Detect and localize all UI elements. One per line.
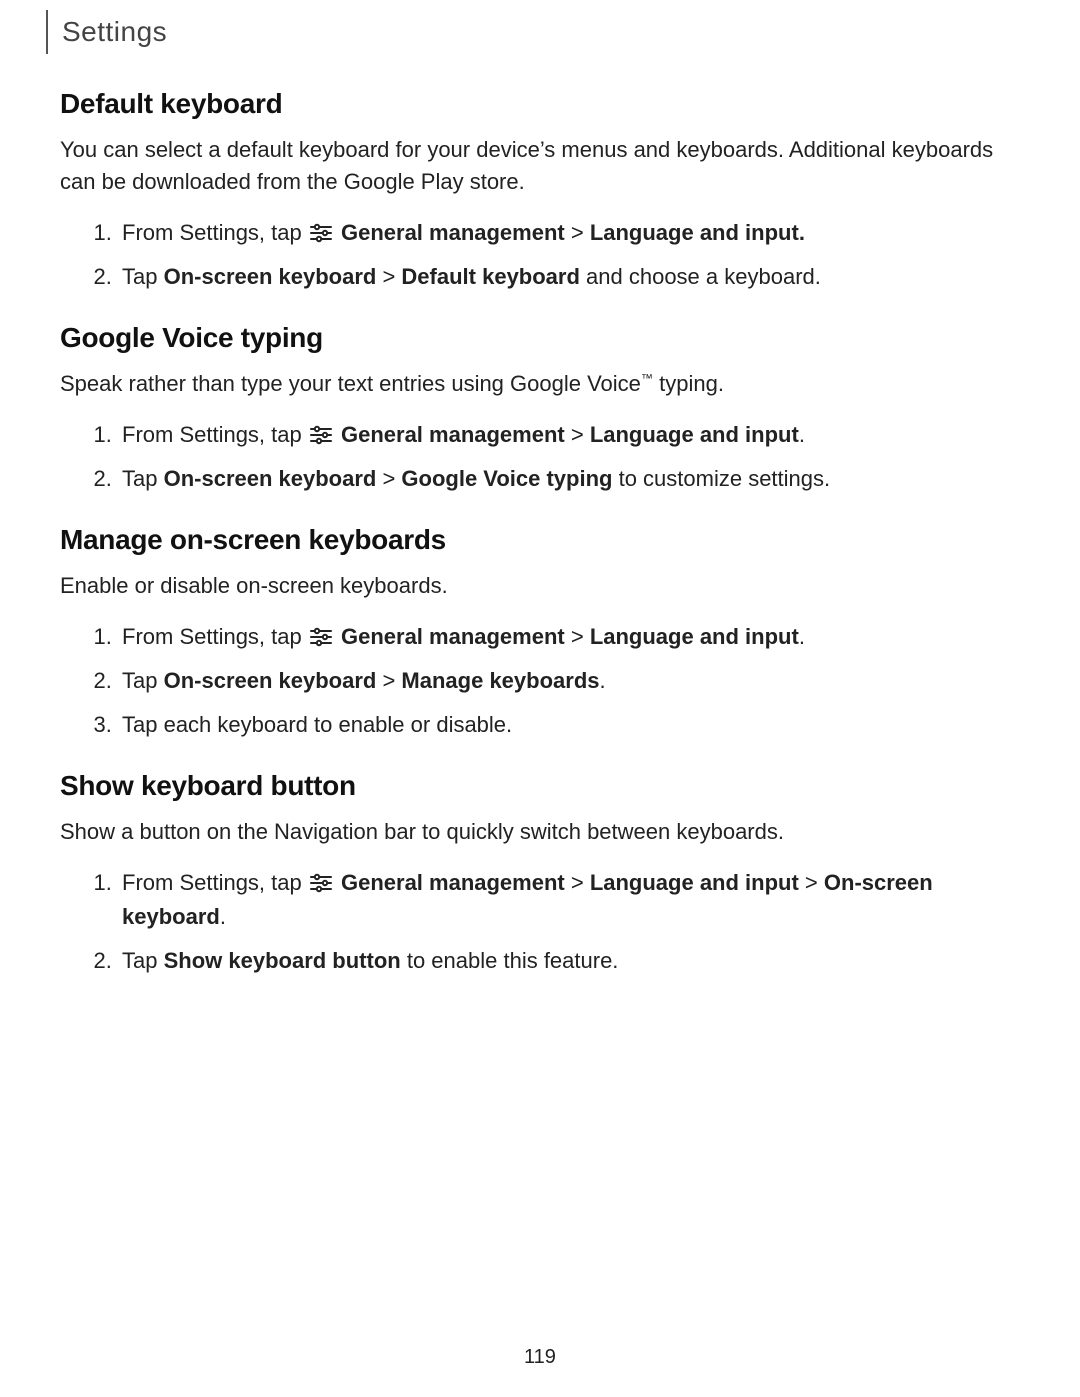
breadcrumb-wrap: Settings: [46, 10, 1020, 54]
bold-text: General management: [341, 870, 565, 895]
step-text: Tap: [122, 668, 164, 693]
intro-pre: Speak rather than type your text entries…: [60, 371, 641, 396]
trademark-symbol: ™: [641, 372, 653, 386]
bold-text: On-screen keyboard: [164, 668, 377, 693]
bold-text: Default keyboard: [401, 264, 580, 289]
bold-text: Show keyboard button: [164, 948, 401, 973]
bold-text: General management: [341, 220, 565, 245]
section-intro-default-keyboard: You can select a default keyboard for yo…: [60, 134, 1020, 198]
steps-manage-keyboards: From Settings, tap General management > …: [60, 620, 1020, 742]
section-title-manage-keyboards: Manage on-screen keyboards: [60, 524, 1020, 556]
step-item: Tap On-screen keyboard > Google Voice ty…: [118, 462, 1020, 496]
step-item: From Settings, tap General management > …: [118, 418, 1020, 452]
sliders-icon: [309, 869, 333, 889]
step-tail: and choose a keyboard.: [580, 264, 821, 289]
step-text: Tap: [122, 466, 164, 491]
bold-text: Language and input: [590, 624, 799, 649]
step-item: From Settings, tap General management > …: [118, 620, 1020, 654]
section-title-google-voice-typing: Google Voice typing: [60, 322, 1020, 354]
sliders-icon: [309, 219, 333, 239]
breadcrumb-divider: [46, 10, 48, 54]
bold-text: Manage keyboards: [401, 668, 599, 693]
sliders-icon: [309, 623, 333, 643]
section-intro-manage-keyboards: Enable or disable on-screen keyboards.: [60, 570, 1020, 602]
step-item: From Settings, tap General management > …: [118, 216, 1020, 250]
section-title-show-keyboard-button: Show keyboard button: [60, 770, 1020, 802]
section-intro-show-keyboard-button: Show a button on the Navigation bar to q…: [60, 816, 1020, 848]
bold-text: General management: [341, 422, 565, 447]
steps-google-voice-typing: From Settings, tap General management > …: [60, 418, 1020, 496]
steps-show-keyboard-button: From Settings, tap General management > …: [60, 866, 1020, 978]
step-item: Tap On-screen keyboard > Default keyboar…: [118, 260, 1020, 294]
section-title-default-keyboard: Default keyboard: [60, 88, 1020, 120]
step-text: From Settings, tap: [122, 422, 308, 447]
step-text: From Settings, tap: [122, 220, 308, 245]
bold-text: On-screen keyboard: [164, 466, 377, 491]
bold-text: On-screen keyboard: [164, 264, 377, 289]
step-text: Tap: [122, 264, 164, 289]
intro-post: typing.: [653, 371, 724, 396]
document-page: Settings Default keyboard You can select…: [0, 0, 1080, 1397]
bold-text: General management: [341, 624, 565, 649]
step-tail: to enable this feature.: [401, 948, 619, 973]
step-item: Tap On-screen keyboard > Manage keyboard…: [118, 664, 1020, 698]
step-text: From Settings, tap: [122, 624, 308, 649]
step-text: Tap: [122, 948, 164, 973]
breadcrumb: Settings: [62, 16, 167, 48]
step-tail: to customize settings.: [612, 466, 830, 491]
section-intro-google-voice-typing: Speak rather than type your text entries…: [60, 368, 1020, 400]
bold-text: Language and input: [590, 220, 799, 245]
bold-text: Language and input: [590, 422, 799, 447]
bold-text: Language and input: [590, 870, 799, 895]
step-text: From Settings, tap: [122, 870, 308, 895]
step-item: Tap each keyboard to enable or disable.: [118, 708, 1020, 742]
sliders-icon: [309, 421, 333, 441]
step-item: From Settings, tap General management > …: [118, 866, 1020, 934]
bold-text: Google Voice typing: [401, 466, 612, 491]
step-item: Tap Show keyboard button to enable this …: [118, 944, 1020, 978]
steps-default-keyboard: From Settings, tap General management > …: [60, 216, 1020, 294]
page-number: 119: [0, 1346, 1080, 1369]
